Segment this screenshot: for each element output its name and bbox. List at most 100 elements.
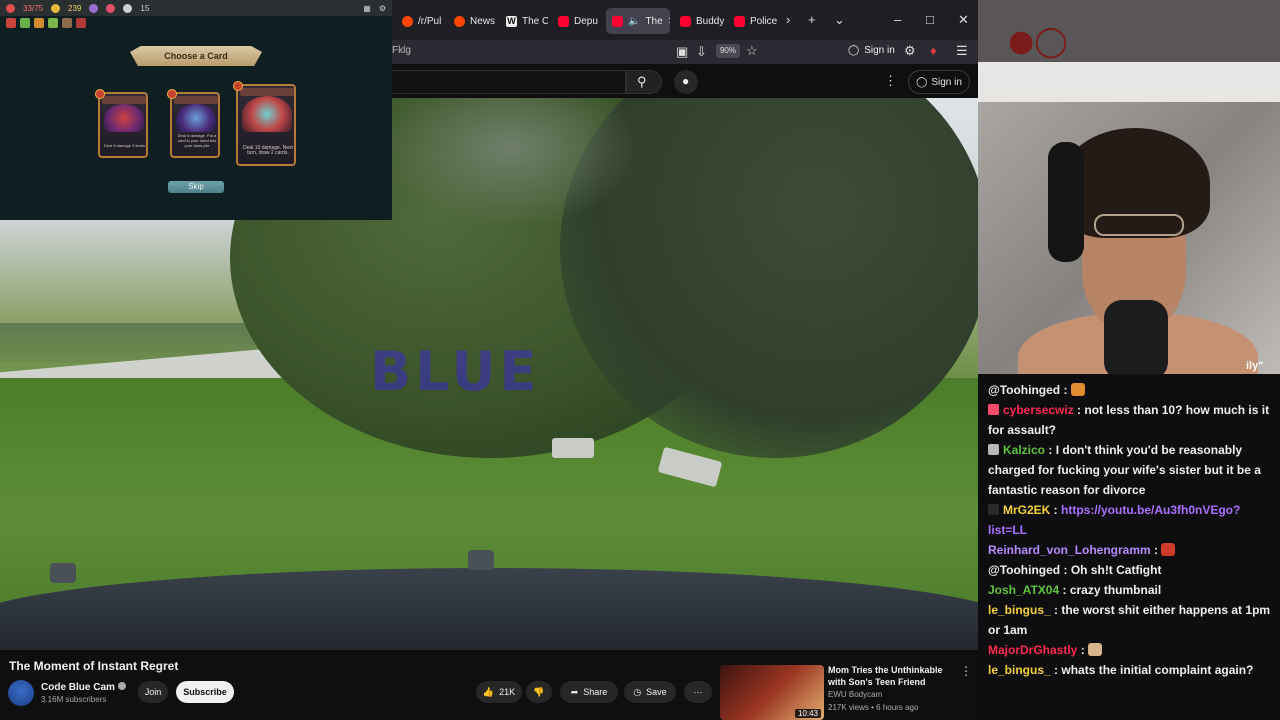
chevron-down-icon[interactable]: ⌄ [834,12,845,28]
download-icon[interactable]: ⇩ [696,45,707,59]
channel-name-text: Code Blue Cam [41,682,115,693]
browser-signin[interactable]: ◯ Sign in [848,45,895,56]
microphone-icon: ● [682,74,690,88]
voice-search-button[interactable]: ● [674,70,698,94]
reader-view-icon[interactable]: ▣ [676,45,688,59]
browser-tab[interactable]: Police [728,8,780,34]
emote-icon [1161,543,1176,556]
relic-icon [76,18,86,28]
reddit-icon [454,15,465,27]
join-button[interactable]: Join [138,681,168,703]
share-label: Share [583,687,608,697]
channel-avatar[interactable] [8,680,34,706]
card-art [104,104,144,132]
relic-icon [20,18,30,28]
search-button[interactable]: ⚲ [626,70,662,94]
minimize-icon[interactable]: – [894,12,901,27]
chat-username[interactable]: Josh_ATX04 [988,583,1059,597]
headset [1048,142,1084,262]
addon-icon[interactable]: ♦ [930,44,937,58]
chevron-right-icon[interactable]: › [786,12,790,27]
map-icon[interactable]: ▦ [363,4,371,13]
menu-icon[interactable]: ☰ [956,44,968,58]
emote-icon [1088,643,1103,656]
webcam-caption: ily" [1246,360,1264,372]
save-button[interactable]: ◷ Save [624,681,676,703]
energy-cost-icon [167,89,177,99]
search-input[interactable] [392,70,626,94]
relic-icon [6,18,16,28]
browser-tab[interactable]: News [448,8,496,34]
logo-icon: ●◯ [1008,24,1068,59]
close-window-icon[interactable]: ✕ [958,12,969,28]
browser-tab[interactable]: Depu [552,8,602,34]
energy-cost-icon [233,81,243,91]
youtube-signin-button[interactable]: ◯ Sign in [908,70,970,94]
video-info: The Moment of Instant Regret Code Blue C… [0,650,978,720]
chat-message: MajorDrGhastly : [988,640,1276,660]
save-label: Save [646,687,667,697]
channel-name[interactable]: Code Blue Cam [41,682,126,693]
extensions-icon[interactable]: ⚙ [904,44,916,58]
reward-card[interactable]: Deal 9 damage 3 times. [95,89,148,158]
browser-tab-active[interactable]: 🔈 The ✕ [606,8,670,34]
chat-username[interactable]: le_bingus_ [988,663,1051,677]
search-icon: ⚲ [637,74,647,89]
reward-card[interactable]: Deal 4 damage. Put a card in your hand i… [167,89,220,158]
chat-username[interactable]: MrG2EK [1003,503,1050,517]
dislike-button[interactable]: 👎 [526,681,552,703]
chat-username[interactable]: cybersecwiz [1003,403,1074,417]
save-icon: ◷ [633,686,642,697]
chat-message: MrG2EK : https://youtu.be/Au3fh0nVEgo?li… [988,503,1241,537]
zoom-level[interactable]: 90% [716,44,740,58]
speaker-icon[interactable]: 🔈 [628,16,640,27]
chat-username[interactable]: le_bingus_ [988,603,1051,617]
chat-username[interactable]: Kalzico [1003,443,1045,457]
potion-icon [89,3,99,13]
url-text[interactable]: Fklg [392,45,411,56]
settings-icon[interactable]: ⚙ [379,4,386,13]
account-icon: ◯ [916,76,928,88]
close-tab-icon[interactable]: ✕ [668,16,670,27]
browser-tab[interactable]: W The C [500,8,548,34]
card-text: Deal 10 damage. Next turn, draw 2 cards. [243,145,293,156]
card-name-plate [240,88,294,96]
more-vert-icon[interactable]: ⋮ [884,74,897,88]
chat-username[interactable]: @Toohinged [988,563,1060,577]
card-name-plate [102,96,146,104]
star-icon[interactable]: ☆ [746,44,758,58]
maximize-icon[interactable]: □ [926,12,934,27]
new-tab-icon[interactable]: + [808,12,816,27]
chat-username[interactable]: MajorDrGhastly [988,643,1077,657]
card-text: Deal 4 damage. Put a card in your hand i… [177,133,217,148]
browser-tab[interactable]: /r/Pul [396,8,444,34]
share-button[interactable]: ➦ Share [560,681,618,703]
emote-icon [1070,383,1085,396]
chat-panel: @Toohinged : cybersecwiz : not less than… [978,374,1280,720]
account-icon: ◯ [848,45,860,56]
subscribe-button[interactable]: Subscribe [176,681,234,703]
thumbs-up-icon: 👍 [482,686,495,697]
reward-card-hovered[interactable]: Deal 10 damage. Next turn, draw 2 cards. [233,81,296,166]
recommended-title[interactable]: Mom Tries the Unthinkable with Son's Tee… [828,664,958,688]
more-vert-icon[interactable]: ⋮ [960,664,972,678]
more-horiz-icon: ⋯ [693,686,703,697]
recommended-thumbnail[interactable]: 10:43 [720,665,824,720]
webcam-feed [978,62,1280,374]
more-actions-button[interactable]: ⋯ [684,681,712,703]
card-art [242,96,292,132]
tab-label: News [470,15,496,27]
game-overlay: 33/75 239 15 ▦ ⚙ Choose a Card Deal 9 da… [0,0,392,220]
signin-label: Sign in [864,45,895,56]
like-button[interactable]: 👍 21K [476,681,522,703]
counter-value: 15 [140,3,150,13]
chat-username[interactable]: @Toohinged [988,383,1060,397]
youtube-icon [612,15,623,27]
skip-button[interactable]: Skip [168,181,224,193]
recommended-channel[interactable]: EWU Bodycam [828,690,882,699]
youtube-icon [734,15,745,27]
browser-tab[interactable]: Buddy [674,8,724,34]
thumbs-down-icon: 👎 [533,686,545,697]
siren-light [50,563,76,583]
chat-username[interactable]: Reinhard_von_Lohengramm [988,543,1151,557]
